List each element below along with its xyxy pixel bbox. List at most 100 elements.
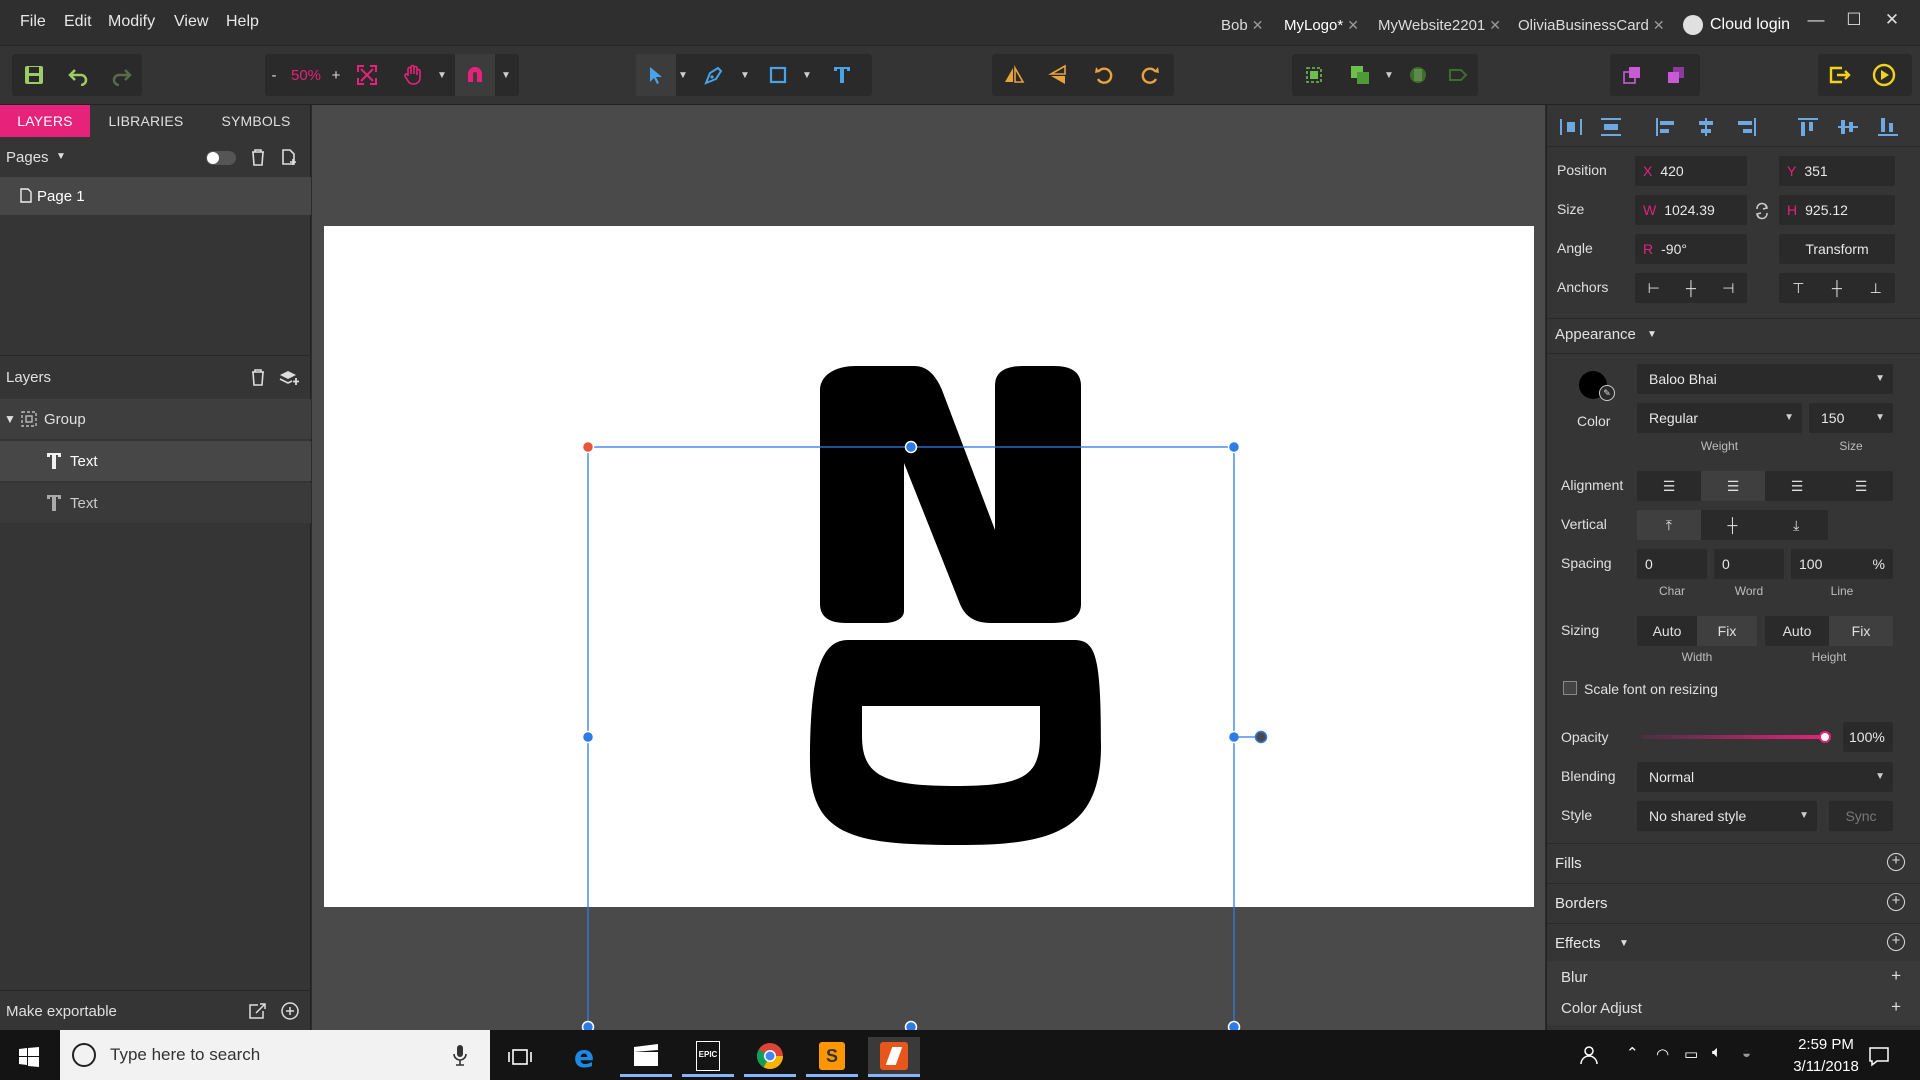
epic-games-icon[interactable]: EPIC [682, 1037, 734, 1077]
y-input[interactable]: Y 351 [1779, 156, 1895, 186]
flip-vertical-button[interactable] [1038, 54, 1078, 96]
network-icon[interactable]: ◒ [1742, 1045, 1751, 1062]
anchor-top-icon[interactable]: ⊤ [1779, 273, 1818, 303]
tab-libraries[interactable]: LIBRARIES [96, 105, 196, 137]
snap-dropdown[interactable]: ▼ [499, 54, 513, 96]
pen-tool-dropdown[interactable]: ▼ [738, 54, 752, 96]
select-tool-button[interactable] [636, 54, 676, 96]
menu-file[interactable]: File [20, 13, 46, 31]
video-editor-icon[interactable] [620, 1037, 672, 1077]
close-icon[interactable]: ✕ [1653, 17, 1665, 33]
notifications-icon[interactable] [1868, 1045, 1890, 1067]
scale-font-checkbox[interactable] [1563, 681, 1577, 695]
text-align-justify-icon[interactable]: ☰ [1829, 471, 1893, 501]
add-page-icon[interactable] [280, 148, 298, 166]
width-auto-option[interactable]: Auto [1637, 616, 1697, 646]
bring-forward-button[interactable] [1612, 54, 1652, 96]
add-fill-icon[interactable]: + [1887, 853, 1905, 871]
align-middle-icon[interactable] [1837, 117, 1859, 137]
make-exportable-label[interactable]: Make exportable [6, 1003, 117, 1020]
text-tool-button[interactable] [822, 54, 862, 96]
anchor-bottom-icon[interactable]: ⊥ [1856, 273, 1895, 303]
clock-date[interactable]: 3/11/2018 [1778, 1058, 1874, 1075]
align-top-icon[interactable] [1797, 117, 1819, 137]
trash-icon[interactable] [250, 148, 266, 166]
save-button[interactable] [14, 54, 54, 96]
blending-select[interactable]: Normal ▼ [1637, 762, 1893, 792]
anchor-point[interactable] [581, 440, 595, 454]
anchor-right-icon[interactable]: ⊣ [1710, 273, 1747, 303]
rotate-left-button[interactable] [1084, 54, 1124, 96]
resize-handle-left[interactable] [581, 730, 595, 744]
zoom-out-button[interactable]: - [265, 54, 283, 96]
clock-time[interactable]: 2:59 PM [1786, 1036, 1866, 1053]
tab-symbols[interactable]: SYMBOLS [206, 105, 306, 137]
menu-help[interactable]: Help [226, 13, 259, 31]
flatten-button[interactable] [1438, 54, 1478, 96]
minimize-icon[interactable]: — [1801, 10, 1831, 34]
pages-toggle[interactable] [206, 151, 236, 165]
close-icon[interactable]: ✕ [1347, 17, 1359, 33]
anchor-left-icon[interactable]: ⊢ [1635, 273, 1672, 303]
valign-bottom-icon[interactable]: ⤓ [1764, 510, 1828, 540]
volume-icon[interactable]: 🔈︎ [1712, 1044, 1722, 1062]
layer-row-text-selected[interactable]: Text [0, 441, 311, 481]
rotate-right-button[interactable] [1130, 54, 1170, 96]
rotation-input[interactable]: R -90° [1635, 234, 1747, 264]
trash-icon[interactable] [250, 368, 266, 386]
battery-icon[interactable]: ▭ [1684, 1045, 1698, 1063]
cloud-icon[interactable] [1683, 15, 1703, 35]
shape-tool-button[interactable] [758, 54, 798, 96]
anchor-middle-icon[interactable]: ┼ [1818, 273, 1857, 303]
char-spacing-input[interactable]: 0 [1637, 549, 1707, 579]
doc-tab-mylogo[interactable]: MyLogo* ✕ [1284, 17, 1359, 34]
align-left-icon[interactable] [1655, 117, 1677, 137]
resize-handle-bottom-left[interactable] [581, 1020, 595, 1031]
add-color-adjust-icon[interactable]: + [1891, 997, 1901, 1017]
distribute-horizontal-icon[interactable] [1559, 117, 1583, 137]
group-button[interactable] [1294, 54, 1334, 96]
chevron-down-icon[interactable]: ▼ [1647, 329, 1657, 340]
resize-handle-top-right[interactable] [1227, 440, 1241, 454]
distribute-vertical-icon[interactable] [1599, 117, 1623, 137]
flip-horizontal-button[interactable] [994, 54, 1034, 96]
gravit-designer-icon[interactable] [868, 1037, 920, 1077]
align-center-icon[interactable] [1695, 117, 1717, 137]
cloud-login-link[interactable]: Cloud login [1710, 16, 1790, 34]
add-layer-icon[interactable] [278, 368, 300, 386]
font-family-select[interactable]: Baloo Bhai ▼ [1637, 364, 1893, 394]
opacity-input[interactable]: 100% [1843, 722, 1893, 752]
boolean-union-button[interactable] [1340, 54, 1380, 96]
align-right-icon[interactable] [1735, 117, 1757, 137]
valign-middle-icon[interactable]: ┼ [1701, 510, 1765, 540]
edge-browser-icon[interactable]: e [558, 1037, 610, 1077]
wifi-icon[interactable]: ◠ [1656, 1045, 1669, 1063]
resize-handle-top[interactable] [904, 440, 918, 454]
windows-start-icon[interactable] [18, 1046, 40, 1068]
close-window-icon[interactable]: ✕ [1877, 10, 1907, 34]
opacity-slider-track[interactable] [1641, 731, 1831, 743]
preview-button[interactable] [1864, 54, 1904, 96]
doc-tab-mywebsite[interactable]: MyWebsite2201 ✕ [1378, 17, 1501, 34]
selection-box[interactable] [587, 446, 1235, 1030]
menu-view[interactable]: View [174, 13, 208, 31]
redo-button[interactable] [102, 54, 142, 96]
rotate-handle[interactable] [1254, 730, 1268, 744]
maximize-icon[interactable]: ☐ [1839, 10, 1869, 34]
text-align-left-icon[interactable]: ☰ [1637, 471, 1701, 501]
undo-button[interactable] [58, 54, 98, 96]
align-bottom-icon[interactable] [1877, 117, 1899, 137]
chevron-up-icon[interactable]: ⌃ [1626, 1044, 1639, 1062]
export-button[interactable] [1820, 54, 1860, 96]
height-fix-option[interactable]: Fix [1829, 616, 1893, 646]
chevron-down-icon[interactable]: ▼ [1619, 938, 1629, 949]
font-size-select[interactable]: 150 ▼ [1809, 403, 1893, 433]
doc-tab-bob[interactable]: Bob ✕ [1221, 17, 1263, 34]
select-tool-dropdown[interactable]: ▼ [676, 54, 690, 96]
chrome-icon[interactable] [744, 1037, 796, 1077]
height-auto-option[interactable]: Auto [1765, 616, 1829, 646]
add-effect-icon[interactable]: + [1887, 933, 1905, 951]
send-backward-button[interactable] [1656, 54, 1696, 96]
menu-edit[interactable]: Edit [64, 13, 92, 31]
resize-handle-bottom-right[interactable] [1227, 1020, 1241, 1031]
